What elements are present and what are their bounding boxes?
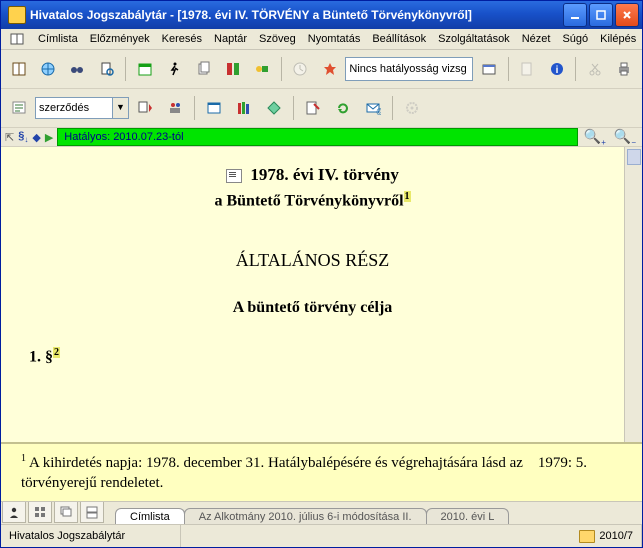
menu-kereses[interactable]: Keresés xyxy=(157,31,207,47)
doc-title-line1: 1978. évi IV. törvény xyxy=(250,165,398,184)
status-period: 2010/7 xyxy=(571,525,642,547)
document-area: 1978. évi IV. törvény a Büntető Törvényk… xyxy=(1,147,642,442)
footnote-pane: 1 A kihirdetés napja: 1978. december 31.… xyxy=(1,442,642,501)
view-users-icon[interactable] xyxy=(2,501,26,523)
info-icon[interactable]: i xyxy=(543,55,570,83)
view-list-icon[interactable] xyxy=(80,501,104,523)
menu-cimlista[interactable]: Címlista xyxy=(33,31,83,47)
footnote-number: 1 xyxy=(21,453,26,464)
people-icon[interactable] xyxy=(161,94,189,122)
doc-heading-1: ÁLTALÁNOS RÉSZ xyxy=(23,250,602,271)
close-button[interactable] xyxy=(615,3,639,27)
view-tile-icon[interactable] xyxy=(28,501,52,523)
minimize-button[interactable] xyxy=(563,3,587,27)
menu-beallitasok[interactable]: Beállítások xyxy=(367,31,431,47)
tab-2010-evi[interactable]: 2010. évi L xyxy=(426,508,510,524)
menu-book-icon xyxy=(5,31,29,47)
svg-text:@: @ xyxy=(376,107,381,116)
app-icon xyxy=(8,6,26,24)
refresh-icon[interactable] xyxy=(329,94,357,122)
menu-kilepes[interactable]: Kilépés xyxy=(595,31,641,47)
menu-nezet[interactable]: Nézet xyxy=(517,31,556,47)
term-combo[interactable]: ▼ xyxy=(35,97,129,119)
title-bar: Hivatalos Jogszabálytár - [1978. évi IV.… xyxy=(1,1,642,29)
red-green-icon[interactable] xyxy=(219,55,246,83)
running-man-icon[interactable] xyxy=(161,55,188,83)
term-combo-input[interactable] xyxy=(36,98,112,118)
edit-doc-icon[interactable] xyxy=(299,94,327,122)
find-next-icon[interactable] xyxy=(131,94,159,122)
shapes-icon[interactable] xyxy=(248,55,275,83)
pin-icon[interactable]: ⇱ xyxy=(5,131,14,144)
section-icon[interactable]: §↓ xyxy=(18,130,28,144)
toolbar-main: i xyxy=(1,50,642,89)
menu-szoveg[interactable]: Szöveg xyxy=(254,31,301,47)
browse-icon[interactable] xyxy=(200,94,228,122)
search-doc-icon[interactable] xyxy=(93,55,120,83)
gear-icon xyxy=(398,94,426,122)
books-icon[interactable] xyxy=(230,94,258,122)
clock-icon xyxy=(287,55,314,83)
zoom-in-icon[interactable]: 🔍+ xyxy=(582,128,608,147)
chevron-down-icon[interactable]: ▼ xyxy=(112,98,128,118)
arrow-right-icon[interactable]: ▶ xyxy=(45,131,53,144)
binoculars-icon[interactable] xyxy=(64,55,91,83)
view-cascade-icon[interactable] xyxy=(54,501,78,523)
scrollbar-thumb[interactable] xyxy=(627,149,641,165)
cut-icon xyxy=(581,55,608,83)
new-window-icon[interactable] xyxy=(475,55,502,83)
favorite-icon[interactable] xyxy=(316,55,343,83)
menu-szolgaltatasok[interactable]: Szolgáltatások xyxy=(433,31,515,47)
footnote-ref-1[interactable]: 1 xyxy=(404,191,411,202)
menu-nyomtatas[interactable]: Nyomtatás xyxy=(303,31,366,47)
doc-title-line2: a Büntető Törvénykönyvről xyxy=(214,192,403,209)
doc-para-1: 1. § xyxy=(29,349,53,366)
tab-bar: Címlista Az Alkotmány 2010. július 6-i m… xyxy=(1,501,642,524)
validity-bar: ⇱ §↓ ◆ ▶ Hatályos: 2010.07.23-tól 🔍+ 🔍− xyxy=(1,128,642,147)
toolbar-secondary: ▼ @ xyxy=(1,89,642,128)
vertical-scrollbar[interactable] xyxy=(624,147,642,442)
menu-sugo[interactable]: Súgó xyxy=(557,31,593,47)
bookmark-icon xyxy=(514,55,541,83)
filter-icon[interactable] xyxy=(5,94,33,122)
tab-cimlista[interactable]: Címlista xyxy=(115,508,185,524)
globe-icon[interactable] xyxy=(34,55,61,83)
svg-text:i: i xyxy=(555,65,558,76)
diamond-icon[interactable] xyxy=(260,94,288,122)
calendar-icon[interactable] xyxy=(131,55,158,83)
validity-strip: Hatályos: 2010.07.23-tól xyxy=(57,128,578,146)
menu-bar: Címlista Előzmények Keresés Naptár Szöve… xyxy=(1,29,642,50)
folder-icon xyxy=(579,530,595,543)
application-window: Hivatalos Jogszabálytár - [1978. évi IV.… xyxy=(0,0,643,548)
footnote-ref-2[interactable]: 2 xyxy=(53,347,60,358)
document-content: 1978. évi IV. törvény a Büntető Törvényk… xyxy=(1,147,624,442)
status-app: Hivatalos Jogszabálytár xyxy=(1,525,181,547)
maximize-button[interactable] xyxy=(589,3,613,27)
mail-icon[interactable]: @ xyxy=(359,94,387,122)
collapse-icon[interactable]: ◆ xyxy=(32,131,40,144)
book-icon[interactable] xyxy=(5,55,32,83)
footnote-text-a: A kihirdetés napja: 1978. december 31. H… xyxy=(29,455,523,471)
menu-naptar[interactable]: Naptár xyxy=(209,31,252,47)
docs-icon[interactable] xyxy=(190,55,217,83)
validity-search-input[interactable] xyxy=(345,57,473,81)
window-title: Hivatalos Jogszabálytár - [1978. évi IV.… xyxy=(30,8,563,22)
zoom-out-icon[interactable]: 🔍− xyxy=(612,128,638,147)
law-icon xyxy=(226,169,242,183)
tab-alkotmany[interactable]: Az Alkotmány 2010. július 6-i módosítása… xyxy=(184,508,427,524)
doc-heading-2: A büntető törvény célja xyxy=(23,299,602,317)
menu-elozmenyek[interactable]: Előzmények xyxy=(85,31,155,47)
print-icon[interactable] xyxy=(611,55,638,83)
status-bar: Hivatalos Jogszabálytár 2010/7 xyxy=(1,524,642,547)
validity-text: Hatályos: 2010.07.23-tól xyxy=(64,131,183,143)
